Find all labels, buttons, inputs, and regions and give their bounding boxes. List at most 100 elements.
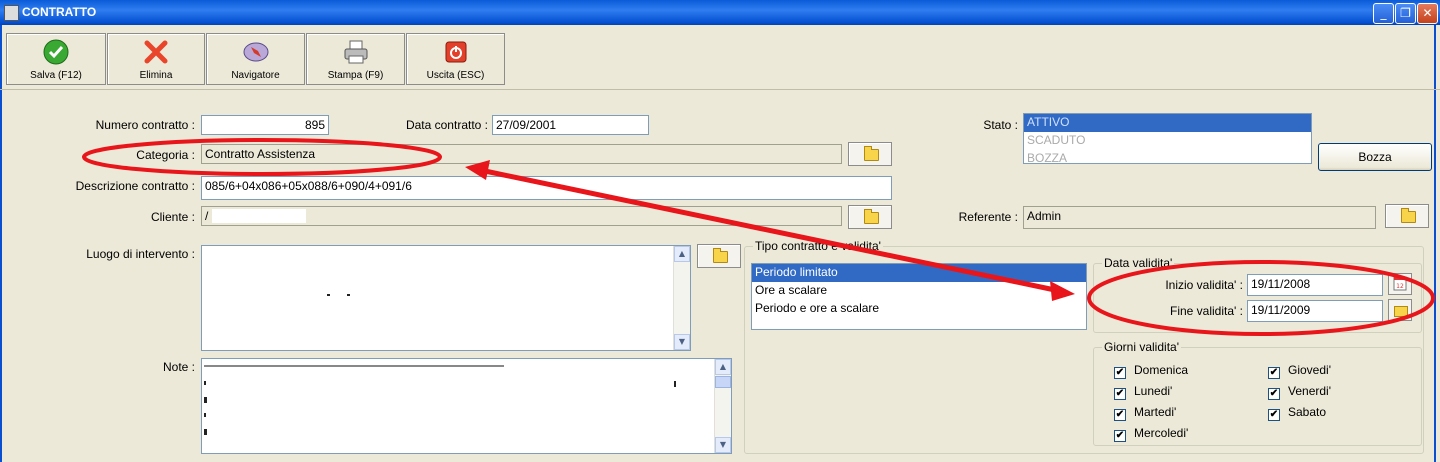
check-venerdi[interactable]: ✔ Venerdi' bbox=[1268, 384, 1331, 400]
folder-icon bbox=[1401, 208, 1416, 223]
categoria-field[interactable]: Contratto Assistenza bbox=[201, 144, 842, 164]
fine-browse-button[interactable] bbox=[1388, 299, 1412, 321]
restore-button[interactable]: ❐ bbox=[1395, 3, 1416, 24]
scroll-down-arrow-icon[interactable]: ▼ bbox=[715, 437, 731, 453]
save-label: Salva (F12) bbox=[30, 70, 82, 81]
numero-field[interactable]: 895 bbox=[201, 115, 329, 135]
folder-icon bbox=[1394, 306, 1408, 317]
tipo-option[interactable]: Periodo e ore a scalare bbox=[752, 300, 1086, 318]
stato-label: Stato : bbox=[983, 118, 1018, 132]
day-label: Giovedi' bbox=[1288, 363, 1331, 377]
check-lunedi[interactable]: ✔ Lunedi' bbox=[1114, 384, 1172, 400]
power-icon bbox=[445, 41, 466, 63]
fine-validita-label: Fine validita' : bbox=[1170, 304, 1243, 318]
luogo-textarea[interactable]: ▲ ▼ bbox=[201, 245, 691, 351]
cliente-label: Cliente : bbox=[150, 210, 195, 224]
text-fragment bbox=[204, 397, 207, 403]
data-contratto-field[interactable]: 27/09/2001 bbox=[492, 115, 649, 135]
text-fragment bbox=[204, 381, 206, 385]
print-button[interactable]: Stampa (F9) bbox=[306, 33, 405, 85]
referente-label: Referente : bbox=[958, 210, 1018, 224]
cliente-field[interactable]: / bbox=[201, 206, 842, 226]
delete-button[interactable]: Elimina bbox=[107, 33, 205, 85]
text-fragment bbox=[204, 413, 206, 417]
exit-button[interactable]: Uscita (ESC) bbox=[406, 33, 505, 85]
numero-label: Numero contratto : bbox=[95, 118, 195, 132]
check-martedi[interactable]: ✔ Martedi' bbox=[1114, 405, 1176, 421]
tipo-contratto-list[interactable]: Periodo limitato Ore a scalare Periodo e… bbox=[751, 263, 1087, 330]
day-label: Domenica bbox=[1134, 363, 1189, 377]
checkbox-check-icon: ✔ bbox=[1114, 430, 1126, 442]
day-label: Sabato bbox=[1288, 405, 1327, 419]
minimize-button[interactable]: _ bbox=[1373, 3, 1394, 24]
note-label: Note : bbox=[162, 360, 195, 374]
app-icon bbox=[4, 5, 19, 21]
toolbar-separator bbox=[0, 89, 1440, 90]
inizio-validita-label: Inizio validita' : bbox=[1165, 278, 1243, 292]
referente-field[interactable]: Admin bbox=[1023, 206, 1376, 229]
checkmark-icon bbox=[43, 39, 69, 65]
checkbox-check-icon: ✔ bbox=[1268, 388, 1280, 400]
day-label: Lunedi' bbox=[1134, 384, 1173, 398]
save-button[interactable]: Salva (F12) bbox=[6, 33, 106, 85]
check-domenica[interactable]: ✔ Domenica bbox=[1114, 363, 1188, 379]
check-sabato[interactable]: ✔ Sabato bbox=[1268, 405, 1326, 421]
luogo-browse-button[interactable] bbox=[697, 244, 741, 268]
stato-option[interactable]: SCADUTO bbox=[1024, 132, 1311, 150]
data-contratto-label: Data contratto : bbox=[405, 118, 488, 132]
navigator-label: Navigatore bbox=[231, 70, 280, 81]
tipo-contratto-title: Tipo contratto e validita' bbox=[753, 239, 883, 253]
calendar-button[interactable]: 12 bbox=[1388, 273, 1412, 295]
text-fragment bbox=[204, 429, 207, 435]
stato-option[interactable]: ATTIVO bbox=[1024, 114, 1311, 132]
categoria-label: Categoria : bbox=[136, 148, 195, 162]
folder-icon bbox=[864, 209, 879, 224]
checkbox-check-icon: ✔ bbox=[1114, 409, 1126, 421]
scroll-up-arrow-icon[interactable]: ▲ bbox=[715, 359, 731, 375]
scroll-thumb[interactable] bbox=[715, 376, 731, 388]
check-giovedi[interactable]: ✔ Giovedi' bbox=[1268, 363, 1331, 379]
delete-x-icon bbox=[144, 40, 168, 64]
luogo-scrollbar[interactable]: ▲ ▼ bbox=[673, 246, 690, 350]
day-label: Venerdi' bbox=[1288, 384, 1331, 398]
day-label: Mercoledi' bbox=[1134, 426, 1189, 440]
tipo-option[interactable]: Periodo limitato bbox=[752, 264, 1086, 282]
cliente-browse-button[interactable] bbox=[848, 205, 892, 229]
window-titlebar: CONTRATTO _ ❐ ✕ bbox=[0, 0, 1440, 25]
tipo-option[interactable]: Ore a scalare bbox=[752, 282, 1086, 300]
data-validita-title: Data validita' bbox=[1102, 256, 1175, 270]
check-mercoledi[interactable]: ✔ Mercoledi' bbox=[1114, 426, 1188, 442]
text-fragment bbox=[674, 381, 676, 387]
note-scrollbar[interactable]: ▲ ▼ bbox=[714, 359, 731, 453]
referente-browse-button[interactable] bbox=[1385, 204, 1429, 228]
fine-validita-field[interactable]: 19/11/2009 bbox=[1247, 300, 1383, 322]
calendar-icon: 12 bbox=[1393, 276, 1407, 291]
scroll-down-arrow-icon[interactable]: ▼ bbox=[674, 334, 690, 350]
redacted-block bbox=[212, 209, 306, 223]
stato-option[interactable]: BOZZA bbox=[1024, 150, 1311, 168]
note-textarea[interactable]: ▲ ▼ bbox=[201, 358, 732, 454]
checkbox-check-icon: ✔ bbox=[1268, 409, 1280, 421]
bozza-button[interactable]: Bozza bbox=[1318, 143, 1432, 171]
close-button[interactable]: ✕ bbox=[1417, 3, 1438, 24]
checkbox-check-icon: ✔ bbox=[1268, 367, 1280, 379]
folder-icon bbox=[713, 248, 728, 263]
inizio-validita-field[interactable]: 19/11/2008 bbox=[1247, 274, 1383, 296]
scroll-up-arrow-icon[interactable]: ▲ bbox=[674, 246, 690, 262]
svg-text:12: 12 bbox=[1396, 283, 1404, 290]
navigator-button[interactable]: Navigatore bbox=[206, 33, 305, 85]
checkbox-check-icon: ✔ bbox=[1114, 367, 1126, 379]
cliente-value: / bbox=[205, 209, 209, 223]
folder-icon bbox=[864, 146, 879, 161]
text-fragment bbox=[327, 294, 330, 296]
window-title: CONTRATTO bbox=[22, 5, 97, 19]
descrizione-label: Descrizione contratto : bbox=[75, 179, 195, 193]
text-fragment bbox=[347, 294, 350, 296]
descrizione-field[interactable]: 085/6+04x086+05x088/6+090/4+091/6 bbox=[201, 176, 892, 200]
stato-list[interactable]: ATTIVO SCADUTO BOZZA bbox=[1023, 113, 1312, 165]
day-label: Martedi' bbox=[1134, 405, 1177, 419]
text-fragment bbox=[204, 365, 504, 367]
giorni-validita-title: Giorni validita' bbox=[1102, 340, 1181, 354]
categoria-browse-button[interactable] bbox=[848, 142, 892, 166]
printer-icon bbox=[344, 40, 367, 64]
